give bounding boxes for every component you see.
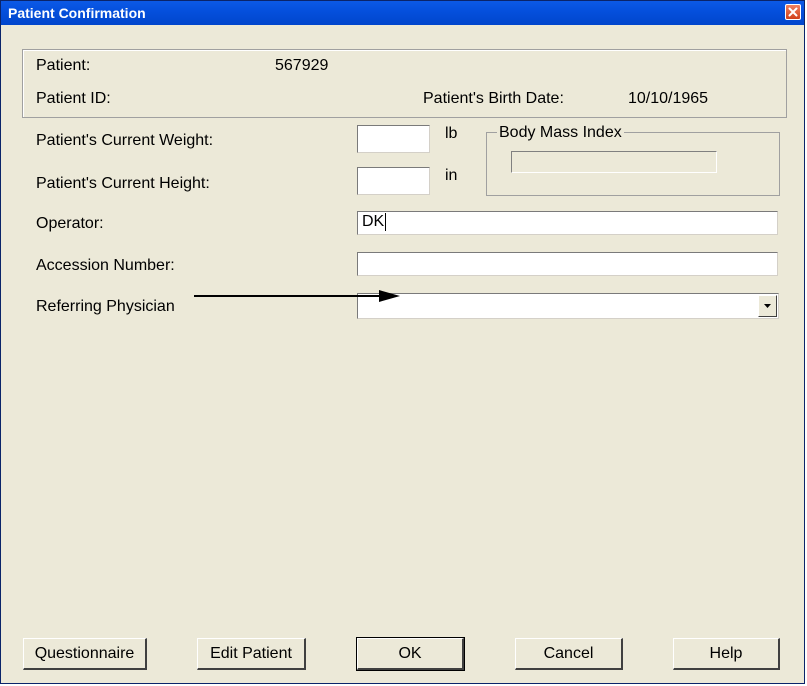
height-label: Patient's Current Height:	[36, 175, 210, 192]
accession-label: Accession Number:	[36, 257, 175, 274]
chevron-down-icon	[764, 304, 771, 308]
bmi-label: Body Mass Index	[497, 124, 624, 142]
birth-date-value: 10/10/1965	[628, 90, 709, 107]
cancel-button[interactable]: Cancel	[515, 638, 623, 670]
height-unit: in	[445, 167, 458, 184]
bmi-field	[511, 151, 717, 173]
height-input[interactable]	[357, 167, 430, 195]
referring-physician-select[interactable]	[357, 293, 779, 319]
title-bar[interactable]: Patient Confirmation	[1, 1, 804, 25]
patient-id-label: Patient ID:	[36, 90, 111, 107]
edit-patient-button[interactable]: Edit Patient	[197, 638, 306, 670]
close-button[interactable]	[785, 4, 801, 20]
patient-label: Patient:	[36, 57, 91, 74]
operator-input[interactable]: DK	[357, 211, 778, 235]
operator-label: Operator:	[36, 215, 104, 232]
operator-value: DK	[362, 213, 385, 230]
window-title: Patient Confirmation	[8, 5, 146, 21]
weight-input[interactable]	[357, 125, 430, 153]
help-button[interactable]: Help	[673, 638, 780, 670]
birth-date-label: Patient's Birth Date:	[423, 90, 564, 107]
text-cursor	[385, 212, 387, 231]
patient-value: 567929	[275, 57, 329, 74]
questionnaire-button[interactable]: Questionnaire	[23, 638, 147, 670]
weight-unit: lb	[445, 125, 458, 142]
patient-confirmation-dialog: Patient Confirmation Patient: 567929 Pat…	[0, 0, 805, 684]
weight-label: Patient's Current Weight:	[36, 132, 214, 149]
accession-input[interactable]	[357, 252, 778, 276]
dropdown-button[interactable]	[758, 295, 777, 317]
referring-physician-label: Referring Physician	[36, 298, 175, 315]
ok-button[interactable]: OK	[356, 637, 465, 671]
close-icon	[788, 7, 798, 17]
